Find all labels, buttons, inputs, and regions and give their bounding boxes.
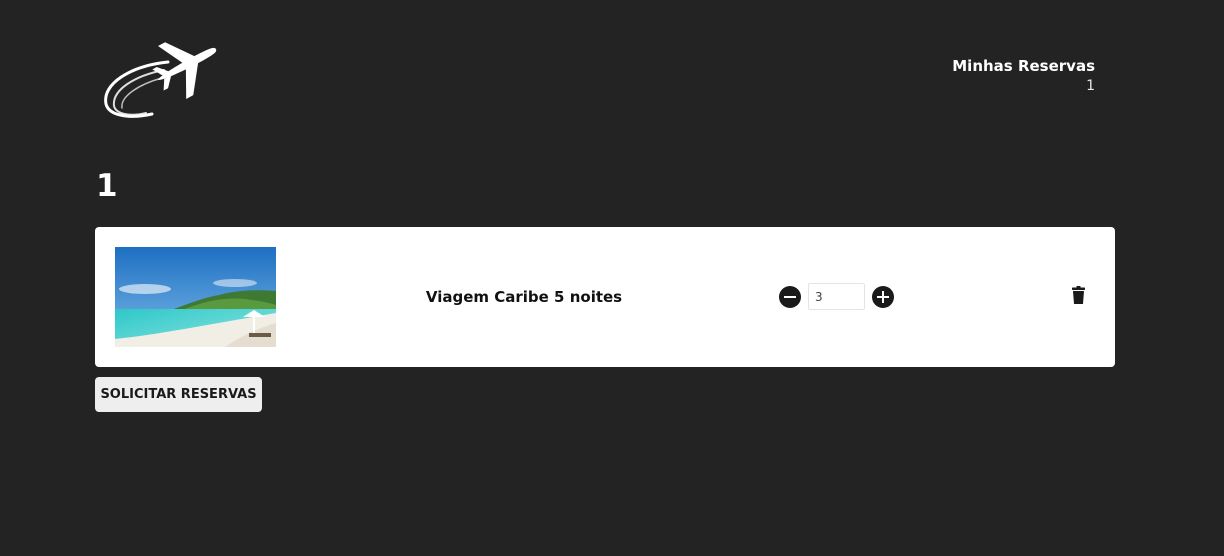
product-image xyxy=(115,247,276,347)
airplane-logo-icon[interactable] xyxy=(100,26,220,122)
trash-icon[interactable] xyxy=(1072,286,1085,304)
page-title: 1 xyxy=(96,168,118,204)
cart-count: 1 xyxy=(1086,78,1095,94)
cart-title: Minhas Reservas xyxy=(952,57,1095,75)
quantity-input[interactable] xyxy=(808,283,865,310)
cart-link[interactable]: Minhas Reservas 1 xyxy=(952,56,1095,96)
product-name: Viagem Caribe 5 noites xyxy=(425,288,623,306)
quantity-stepper xyxy=(779,283,894,310)
minus-circle-icon[interactable] xyxy=(779,285,801,308)
product-row: Viagem Caribe 5 noites xyxy=(95,227,1115,367)
plus-circle-icon[interactable] xyxy=(872,285,894,308)
header: Minhas Reservas 1 xyxy=(0,0,1224,150)
request-reservations-button[interactable]: SOLICITAR RESERVAS xyxy=(95,377,262,412)
